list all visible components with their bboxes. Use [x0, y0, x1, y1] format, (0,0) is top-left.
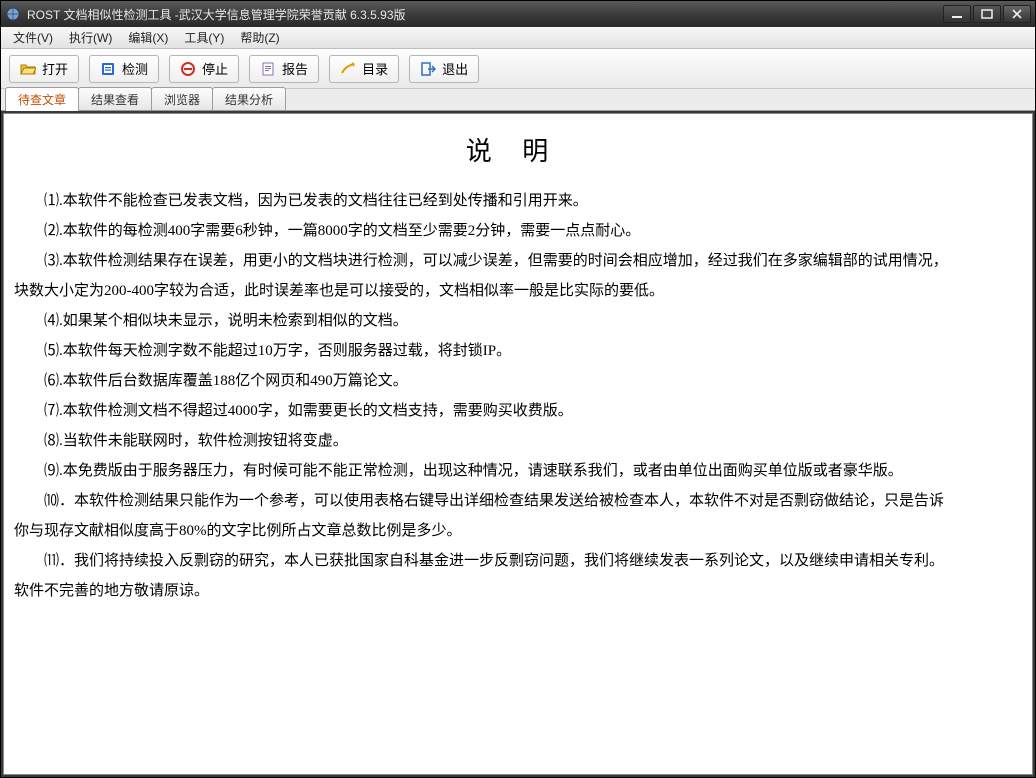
- detect-label: 检测: [122, 59, 148, 78]
- stop-icon: [180, 61, 196, 77]
- doc-p10a: ⑽．本软件检测结果只能作为一个参考，可以使用表格右键导出详细检查结果发送给被检查…: [14, 486, 1012, 516]
- app-icon: [5, 6, 21, 22]
- content-frame: 说 明 ⑴.本软件不能检查已发表文档，因为已发表的文档往往已经到处传播和引用开来…: [1, 111, 1035, 777]
- tab-strip: 待查文章 结果查看 浏览器 结果分析: [1, 89, 1035, 111]
- doc-p7: ⑺.本软件检测文档不得超过4000字，如需要更长的文档支持，需要购买收费版。: [14, 396, 1012, 426]
- document-view[interactable]: 说 明 ⑴.本软件不能检查已发表文档，因为已发表的文档往往已经到处传播和引用开来…: [3, 113, 1033, 775]
- exit-button[interactable]: 退出: [409, 55, 479, 83]
- window-controls: [943, 5, 1031, 23]
- tab-pending[interactable]: 待查文章: [5, 87, 79, 111]
- menu-edit[interactable]: 编辑(X): [120, 27, 176, 48]
- open-label: 打开: [42, 59, 68, 78]
- doc-p8: ⑻.当软件未能联网时，软件检测按钮将变虚。: [14, 426, 1012, 456]
- tab-browser[interactable]: 浏览器: [151, 87, 213, 110]
- doc-p9: ⑼.本免费版由于服务器压力，有时候可能不能正常检测，出现这种情况，请速联系我们，…: [14, 456, 1012, 486]
- window-title: ROST 文档相似性检测工具 -武汉大学信息管理学院荣誉贡献 6.3.5.93版: [27, 6, 406, 23]
- doc-p2: ⑵.本软件的每检测400字需要6秒钟，一篇8000字的文档至少需要2分钟，需要一…: [14, 216, 1012, 246]
- menubar: 文件(V) 执行(W) 编辑(X) 工具(Y) 帮助(Z): [1, 27, 1035, 49]
- exit-label: 退出: [442, 59, 468, 78]
- open-icon: [20, 61, 36, 77]
- doc-p4: ⑷.如果某个相似块未显示，说明未检索到相似的文档。: [14, 306, 1012, 336]
- exit-icon: [420, 61, 436, 77]
- doc-p10b: 你与现存文献相似度高于80%的文字比例所占文章总数比例是多少。: [14, 516, 1012, 546]
- doc-p6: ⑹.本软件后台数据库覆盖188亿个网页和490万篇论文。: [14, 366, 1012, 396]
- stop-label: 停止: [202, 59, 228, 78]
- tab-analysis[interactable]: 结果分析: [212, 87, 286, 110]
- doc-p5: ⑸.本软件每天检测字数不能超过10万字，否则服务器过载，将封锁IP。: [14, 336, 1012, 366]
- close-button[interactable]: [1003, 5, 1031, 23]
- maximize-button[interactable]: [973, 5, 1001, 23]
- doc-title: 说 明: [14, 126, 1012, 178]
- titlebar: ROST 文档相似性检测工具 -武汉大学信息管理学院荣誉贡献 6.3.5.93版: [1, 1, 1035, 27]
- catalog-button[interactable]: 目录: [329, 55, 399, 83]
- tab-results[interactable]: 结果查看: [78, 87, 152, 110]
- catalog-label: 目录: [362, 59, 388, 78]
- menu-run[interactable]: 执行(W): [61, 27, 120, 48]
- doc-p3b: 块数大小定为200-400字较为合适，此时误差率也是可以接受的，文档相似率一般是…: [14, 276, 1012, 306]
- doc-p11b: 软件不完善的地方敬请原谅。: [14, 576, 1012, 606]
- open-button[interactable]: 打开: [9, 55, 79, 83]
- doc-p11a: ⑾．我们将持续投入反剽窃的研究，本人已获批国家自科基金进一步反剽窃问题，我们将继…: [14, 546, 1012, 576]
- doc-p3a: ⑶.本软件检测结果存在误差，用更小的文档块进行检测，可以减少误差，但需要的时间会…: [14, 246, 1012, 276]
- report-icon: [260, 61, 276, 77]
- detect-icon: [100, 61, 116, 77]
- report-button[interactable]: 报告: [249, 55, 319, 83]
- minimize-button[interactable]: [943, 5, 971, 23]
- doc-p1: ⑴.本软件不能检查已发表文档，因为已发表的文档往往已经到处传播和引用开来。: [14, 186, 1012, 216]
- menu-tool[interactable]: 工具(Y): [176, 27, 232, 48]
- menu-file[interactable]: 文件(V): [5, 27, 61, 48]
- catalog-icon: [340, 61, 356, 77]
- report-label: 报告: [282, 59, 308, 78]
- stop-button[interactable]: 停止: [169, 55, 239, 83]
- detect-button[interactable]: 检测: [89, 55, 159, 83]
- menu-help[interactable]: 帮助(Z): [232, 27, 287, 48]
- app-window: ROST 文档相似性检测工具 -武汉大学信息管理学院荣誉贡献 6.3.5.93版…: [0, 0, 1036, 778]
- toolbar: 打开 检测 停止 报告 目录: [1, 49, 1035, 89]
